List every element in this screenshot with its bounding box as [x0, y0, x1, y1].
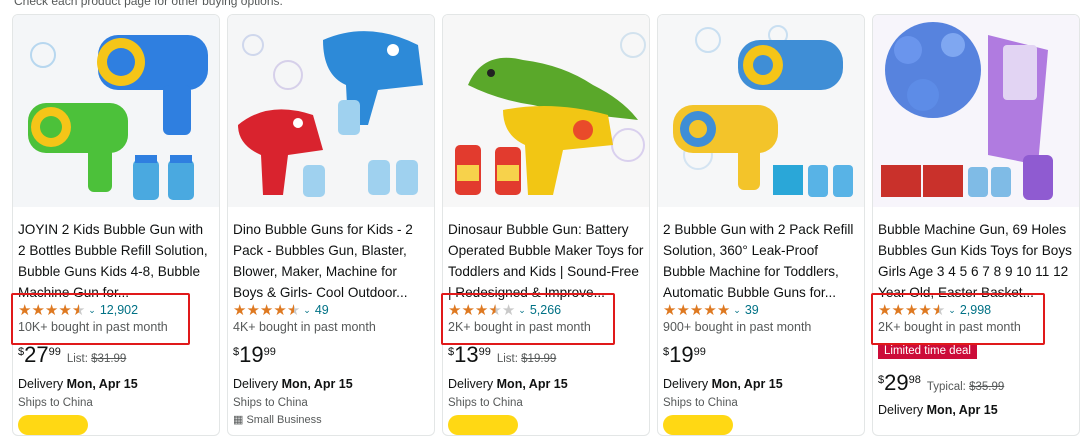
delivery-date: Mon, Apr 15 [926, 403, 998, 417]
review-count-link[interactable]: 39 [745, 303, 759, 317]
list-price: List: $31.99 [67, 353, 126, 365]
ships-to: Ships to China [448, 397, 523, 409]
product-card[interactable]: Bubble Machine Gun, 69 Holes Bubbles Gun… [872, 14, 1080, 436]
price[interactable]: $ 29 98 Typical: $35.99 [878, 371, 1004, 395]
delivery-label: Delivery [878, 403, 924, 417]
add-to-cart-button[interactable] [663, 415, 733, 435]
product-title[interactable]: JOYIN 2 Kids Bubble Gun with 2 Bottles B… [18, 219, 214, 303]
list-price-value: $35.99 [969, 381, 1005, 393]
bought-count: 900+ bought in past month [663, 320, 812, 334]
chevron-down-icon[interactable]: ⌄ [733, 305, 741, 316]
product-card[interactable]: JOYIN 2 Kids Bubble Gun with 2 Bottles B… [12, 14, 220, 436]
star-rating-icon: ★ ★ ★ ★ ★ [18, 301, 86, 319]
rating[interactable]: ★ ★ ★ ★ ★ ⌄ 39 [663, 302, 759, 318]
review-count-link[interactable]: 2,998 [960, 303, 991, 317]
chevron-down-icon[interactable]: ⌄ [948, 305, 956, 316]
price-fraction: 99 [48, 346, 61, 358]
delivery-date: Mon, Apr 15 [711, 377, 783, 391]
price-fraction: 99 [478, 346, 491, 358]
list-label: List: [66, 353, 88, 365]
price[interactable]: $ 27 99 List: $31.99 [18, 343, 126, 367]
rating[interactable]: ★ ★ ★ ★ ★ ⌄ 5,266 [448, 302, 561, 318]
ships-to: Ships to China [233, 397, 308, 409]
product-image[interactable] [443, 15, 649, 207]
ships-to: Ships to China [18, 397, 93, 409]
header-note: Check each product page for other buying… [14, 0, 283, 8]
delivery-label: Delivery [233, 377, 279, 391]
price-whole: 29 [884, 370, 909, 395]
delivery-info: Delivery Mon, Apr 15 [448, 377, 568, 391]
review-count-link[interactable]: 12,902 [100, 303, 138, 317]
product-card[interactable]: 2 Bubble Gun with 2 Pack Refill Solution… [657, 14, 865, 436]
chevron-down-icon[interactable]: ⌄ [518, 305, 526, 316]
list-price-value: $19.99 [521, 353, 557, 365]
rating[interactable]: ★ ★ ★ ★ ★ ⌄ 49 [233, 302, 329, 318]
star-rating-icon: ★ ★ ★ ★ ★ [448, 301, 516, 319]
product-card[interactable]: Dino Bubble Guns for Kids - 2 Pack - Bub… [227, 14, 435, 436]
star-rating-icon: ★ ★ ★ ★ ★ [878, 301, 946, 319]
product-image[interactable] [228, 15, 434, 207]
delivery-info: Delivery Mon, Apr 15 [878, 403, 998, 417]
product-card[interactable]: Dinosaur Bubble Gun: Battery Operated Bu… [442, 14, 650, 436]
price-whole: 27 [24, 342, 49, 367]
add-to-cart-button[interactable] [18, 415, 88, 435]
delivery-date: Mon, Apr 15 [66, 377, 138, 391]
delivery-label: Delivery [663, 377, 709, 391]
delivery-info: Delivery Mon, Apr 15 [233, 377, 353, 391]
list-label: List: [496, 353, 518, 365]
delivery-info: Delivery Mon, Apr 15 [663, 377, 783, 391]
delivery-date: Mon, Apr 15 [496, 377, 568, 391]
price-whole: 13 [454, 342, 479, 367]
star-rating-icon: ★ ★ ★ ★ ★ [663, 301, 731, 319]
bought-count: 4K+ bought in past month [233, 320, 376, 334]
price[interactable]: $ 13 99 List: $19.99 [448, 343, 556, 367]
star-rating-icon: ★ ★ ★ ★ ★ [233, 301, 301, 319]
small-business-label: Small Business [246, 414, 322, 426]
product-title[interactable]: Bubble Machine Gun, 69 Holes Bubbles Gun… [878, 219, 1074, 303]
product-title[interactable]: 2 Bubble Gun with 2 Pack Refill Solution… [663, 219, 859, 303]
price[interactable]: $ 19 99 [663, 343, 706, 367]
product-image[interactable] [13, 15, 219, 207]
ships-to: Ships to China [663, 397, 738, 409]
price-whole: 19 [239, 342, 264, 367]
delivery-info: Delivery Mon, Apr 15 [18, 377, 138, 391]
delivery-date: Mon, Apr 15 [281, 377, 353, 391]
store-icon: ▦ [233, 414, 244, 426]
price-whole: 19 [669, 342, 694, 367]
price-fraction: 98 [908, 374, 921, 386]
rating[interactable]: ★ ★ ★ ★ ★ ⌄ 12,902 [18, 302, 138, 318]
small-business-badge: ▦ Small Business [233, 413, 322, 426]
product-title[interactable]: Dino Bubble Guns for Kids - 2 Pack - Bub… [233, 219, 429, 303]
review-count-link[interactable]: 49 [315, 303, 329, 317]
rating[interactable]: ★ ★ ★ ★ ★ ⌄ 2,998 [878, 302, 991, 318]
bought-count: 2K+ bought in past month [878, 320, 1021, 334]
delivery-label: Delivery [448, 377, 494, 391]
price-fraction: 99 [693, 346, 706, 358]
chevron-down-icon[interactable]: ⌄ [88, 305, 96, 316]
product-image[interactable] [658, 15, 864, 207]
limited-deal-badge: Limited time deal [878, 343, 977, 359]
bought-count: 2K+ bought in past month [448, 320, 591, 334]
list-price: Typical: $35.99 [927, 381, 1004, 393]
add-to-cart-button[interactable] [448, 415, 518, 435]
price-fraction: 99 [263, 346, 276, 358]
delivery-label: Delivery [18, 377, 64, 391]
product-image[interactable] [873, 15, 1079, 207]
bought-count: 10K+ bought in past month [18, 320, 168, 334]
list-price: List: $19.99 [497, 353, 556, 365]
chevron-down-icon[interactable]: ⌄ [303, 305, 311, 316]
list-price-value: $31.99 [91, 353, 127, 365]
price[interactable]: $ 19 99 [233, 343, 276, 367]
review-count-link[interactable]: 5,266 [530, 303, 561, 317]
list-label: Typical: [926, 381, 966, 393]
product-title[interactable]: Dinosaur Bubble Gun: Battery Operated Bu… [448, 219, 644, 303]
